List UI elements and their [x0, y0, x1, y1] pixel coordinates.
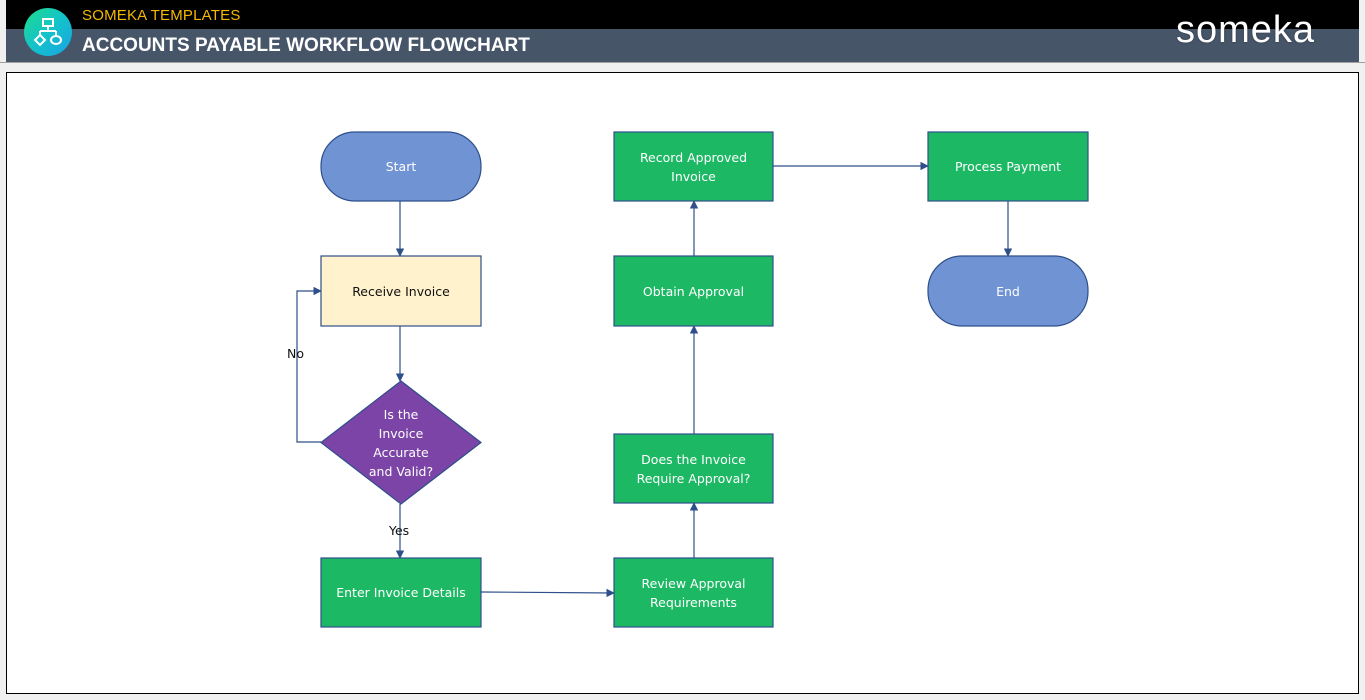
node-end-label: End [996, 283, 1020, 299]
node-obtain-label: Obtain Approval [642, 283, 745, 299]
node-enter-label: Enter Invoice Details [336, 585, 466, 600]
node-payment-label: Process Payment [954, 159, 1062, 174]
edge-label-no: No [287, 346, 304, 361]
node-valid-label: Is the Invoice Accurate and Valid? [368, 406, 434, 479]
edge-enter-to-review[interactable] [480, 588, 615, 598]
node-review-label: Review Approval Requirements [641, 575, 746, 610]
node-receive-label: Receive Invoice [352, 283, 450, 299]
node-require-label: Does the Invoice Require Approval? [636, 451, 751, 486]
node-record-label: Record Approved Invoice [639, 149, 748, 184]
edge-label-yes: Yes [389, 523, 410, 538]
node-start-label: Start [385, 159, 417, 174]
edge-valid-to-receive[interactable] [296, 286, 322, 443]
